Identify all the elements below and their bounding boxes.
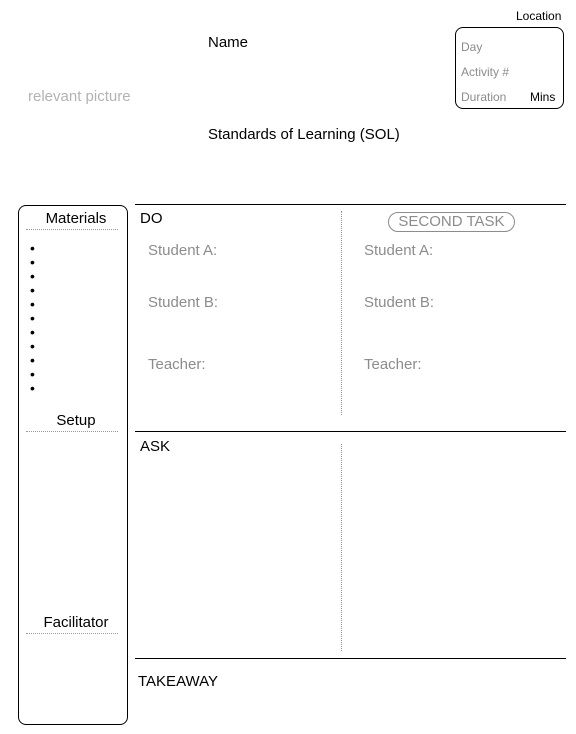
second-task-badge: SECOND TASK	[388, 212, 515, 232]
ask-top-rule	[135, 431, 566, 432]
list-item: •	[30, 352, 35, 368]
day-label: Day	[461, 40, 483, 54]
teacher-label: Teacher:	[148, 356, 206, 373]
list-item: •	[30, 254, 35, 270]
setup-divider	[26, 431, 118, 432]
ask-heading: ASK	[140, 438, 171, 455]
list-item: •	[30, 380, 35, 396]
materials-heading: Materials	[45, 210, 107, 227]
do-heading: DO	[140, 210, 163, 227]
do-column-divider	[341, 211, 342, 415]
student-b-label: Student B:	[148, 294, 219, 311]
materials-bullet-list: • • • • • • • • • • •	[30, 241, 36, 395]
location-label: Location	[516, 9, 562, 23]
facilitator-divider	[26, 633, 118, 634]
second-task-teacher-label: Teacher:	[364, 356, 422, 373]
list-item: •	[30, 282, 35, 298]
mins-label: Mins	[530, 90, 556, 104]
materials-divider	[26, 229, 118, 230]
duration-label: Duration	[461, 90, 507, 104]
list-item: •	[30, 268, 35, 284]
do-top-rule	[135, 204, 566, 205]
setup-heading: Setup	[56, 412, 96, 429]
takeaway-top-rule	[135, 658, 566, 659]
takeaway-heading: TAKEAWAY	[138, 673, 219, 690]
list-item: •	[30, 296, 35, 312]
second-task-student-a-label: Student A:	[364, 242, 434, 259]
name-field-label: Name	[208, 34, 249, 51]
activity-number-label: Activity #	[461, 65, 510, 79]
list-item: •	[30, 366, 35, 382]
student-a-label: Student A:	[148, 242, 218, 259]
second-task-student-b-label: Student B:	[364, 294, 435, 311]
standards-label: Standards of Learning (SOL)	[208, 126, 400, 143]
ask-column-divider	[341, 444, 342, 651]
list-item: •	[30, 338, 35, 354]
picture-placeholder: relevant picture	[28, 88, 131, 105]
facilitator-heading: Facilitator	[43, 614, 109, 631]
list-item: •	[30, 240, 35, 256]
list-item: •	[30, 310, 35, 326]
list-item: •	[30, 324, 35, 340]
